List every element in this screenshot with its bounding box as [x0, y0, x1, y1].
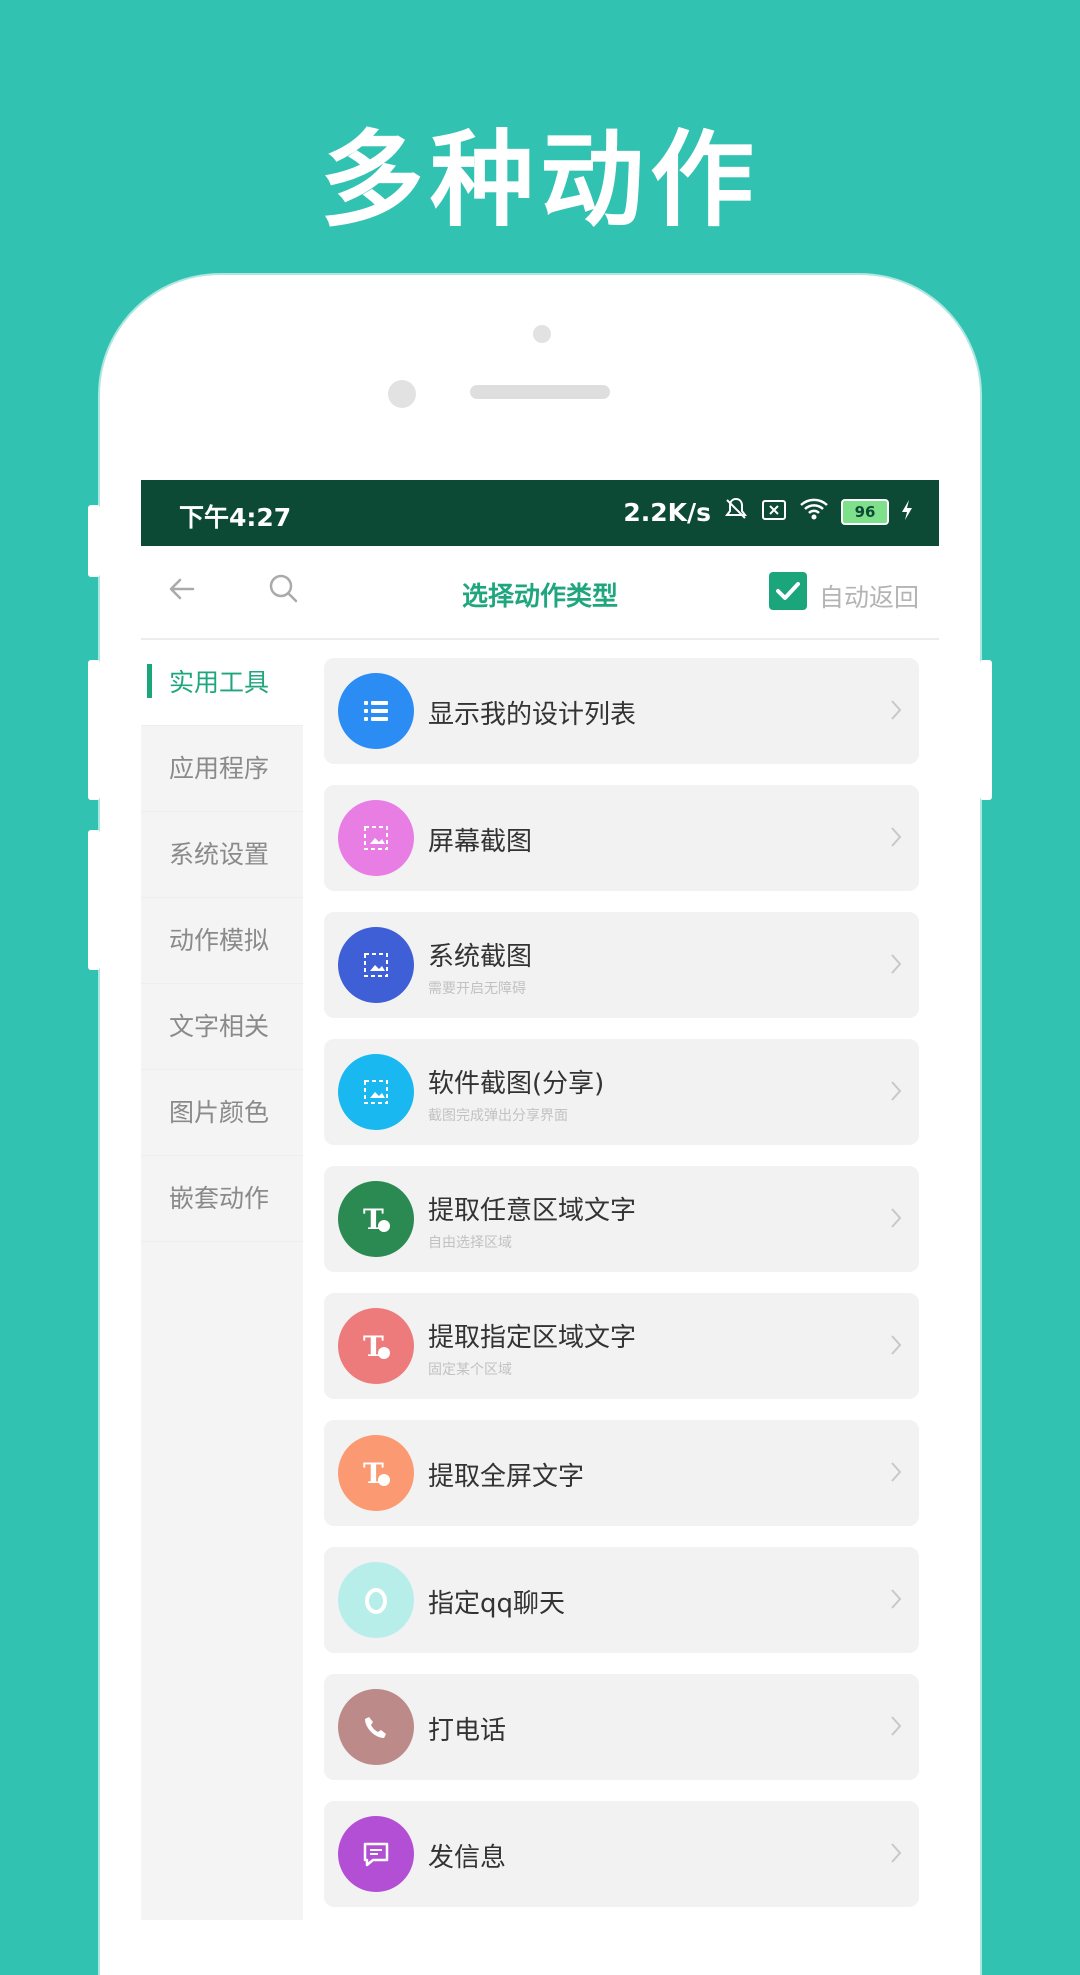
- chevron-right-icon: [889, 1841, 903, 1869]
- action-subtitle: 固定某个区域: [428, 1362, 512, 1378]
- promo-title: 多种动作: [319, 119, 760, 241]
- phone-side-button: [980, 660, 992, 800]
- action-item-design-list[interactable]: 显示我的设计列表: [324, 658, 919, 764]
- phone-side-button: [88, 830, 100, 970]
- list-icon: [338, 673, 414, 749]
- action-subtitle: 截图完成弹出分享界面: [428, 1108, 568, 1124]
- phone-screen: 下午4:27 2.2K/s 96 选择动作类型 自动返回 实用工具 应用程序 系…: [141, 480, 939, 1920]
- status-bar: 下午4:27 2.2K/s 96: [141, 480, 939, 546]
- action-item-extract-fullscreen-text[interactable]: T 提取全屏文字: [324, 1420, 919, 1526]
- sidebar-item-text[interactable]: 文字相关: [141, 984, 303, 1070]
- action-item-screenshot[interactable]: 屏幕截图: [324, 785, 919, 891]
- screenshot-icon: [338, 1054, 414, 1130]
- search-icon[interactable]: [267, 572, 299, 608]
- phone-front-camera: [388, 380, 416, 408]
- battery-indicator: 96: [841, 499, 889, 525]
- action-title: 提取任意区域文字: [428, 1196, 637, 1226]
- text-extract-icon: T: [338, 1181, 414, 1257]
- phone-side-button: [88, 505, 100, 577]
- action-title: 提取指定区域文字: [428, 1323, 637, 1353]
- status-time: 下午4:27: [179, 503, 292, 532]
- network-speed: 2.2K/s: [623, 497, 711, 527]
- category-sidebar: 实用工具 应用程序 系统设置 动作模拟 文字相关 图片颜色 嵌套动作: [141, 640, 303, 1920]
- action-title: 提取全屏文字: [428, 1462, 585, 1492]
- action-item-system-screenshot[interactable]: 系统截图 需要开启无障碍: [324, 912, 919, 1018]
- action-item-phone-call[interactable]: 打电话: [324, 1674, 919, 1780]
- phone-icon: [338, 1689, 414, 1765]
- action-title: 打电话: [428, 1716, 507, 1746]
- action-title: 屏幕截图: [428, 827, 533, 857]
- wifi-icon: [799, 497, 829, 527]
- chevron-right-icon: [889, 1460, 903, 1488]
- chevron-right-icon: [889, 698, 903, 726]
- sidebar-item-system-settings[interactable]: 系统设置: [141, 812, 303, 898]
- app-bar: 选择动作类型 自动返回: [141, 546, 939, 640]
- phone-side-button: [88, 660, 100, 800]
- action-subtitle: 需要开启无障碍: [428, 981, 526, 997]
- action-title: 显示我的设计列表: [428, 700, 637, 730]
- action-item-app-screenshot-share[interactable]: 软件截图(分享) 截图完成弹出分享界面: [324, 1039, 919, 1145]
- message-icon: [338, 1816, 414, 1892]
- action-title: 软件截图(分享): [428, 1069, 605, 1099]
- sidebar-item-action-simulation[interactable]: 动作模拟: [141, 898, 303, 984]
- phone-sensor: [533, 325, 551, 343]
- sidebar-item-image-color[interactable]: 图片颜色: [141, 1070, 303, 1156]
- mute-bell-icon: [723, 496, 749, 528]
- back-arrow-icon[interactable]: [167, 574, 197, 608]
- auto-return-label[interactable]: 自动返回: [819, 578, 919, 614]
- charging-icon: [901, 498, 913, 527]
- action-title: 发信息: [428, 1843, 507, 1873]
- action-list: 显示我的设计列表 屏幕截图 系统截图 需要开启无障碍 软件截图(分享) 截图完成…: [324, 658, 919, 1920]
- action-item-send-message[interactable]: 发信息: [324, 1801, 919, 1907]
- sidebar-item-nested-actions[interactable]: 嵌套动作: [141, 1156, 303, 1242]
- action-item-extract-any-region-text[interactable]: T 提取任意区域文字 自由选择区域: [324, 1166, 919, 1272]
- chevron-right-icon: [889, 952, 903, 980]
- phone-speaker: [470, 385, 610, 399]
- action-title: 系统截图: [428, 942, 533, 972]
- sim-none-icon: [761, 498, 787, 527]
- action-title: 指定qq聊天: [428, 1589, 566, 1619]
- qq-icon: [338, 1562, 414, 1638]
- chevron-right-icon: [889, 1079, 903, 1107]
- chevron-right-icon: [889, 1206, 903, 1234]
- text-extract-icon: T: [338, 1435, 414, 1511]
- sidebar-item-tools[interactable]: 实用工具: [141, 640, 303, 726]
- action-item-qq-chat[interactable]: 指定qq聊天: [324, 1547, 919, 1653]
- chevron-right-icon: [889, 1587, 903, 1615]
- chevron-right-icon: [889, 825, 903, 853]
- sidebar-item-apps[interactable]: 应用程序: [141, 726, 303, 812]
- chevron-right-icon: [889, 1333, 903, 1361]
- action-subtitle: 自由选择区域: [428, 1235, 512, 1251]
- screenshot-icon: [338, 800, 414, 876]
- chevron-right-icon: [889, 1714, 903, 1742]
- screenshot-icon: [338, 927, 414, 1003]
- text-extract-icon: T: [338, 1308, 414, 1384]
- action-item-extract-fixed-region-text[interactable]: T 提取指定区域文字 固定某个区域: [324, 1293, 919, 1399]
- auto-return-checkbox[interactable]: [769, 572, 807, 610]
